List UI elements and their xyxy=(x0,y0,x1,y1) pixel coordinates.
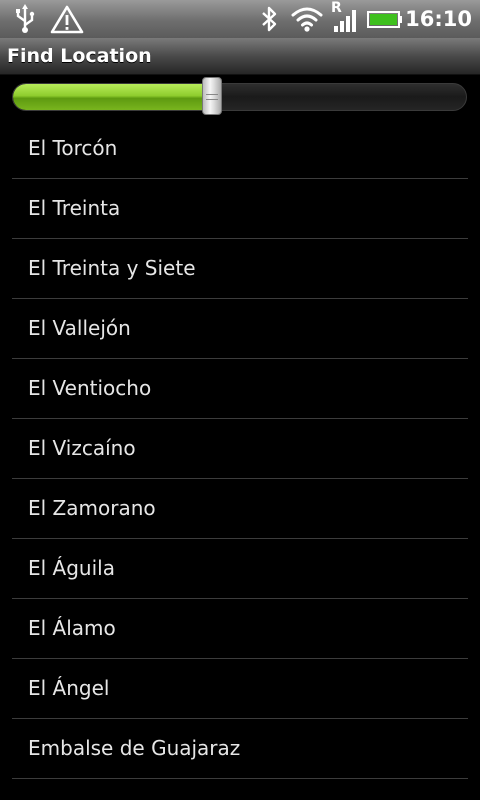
wifi-icon xyxy=(290,4,324,34)
title-bar: Find Location xyxy=(0,38,480,75)
slider-fill xyxy=(13,84,213,110)
location-list: El Torcón El Treinta El Treinta y Siete … xyxy=(12,119,468,779)
list-item-label: El Vallejón xyxy=(28,316,131,340)
page-title: Find Location xyxy=(7,45,152,67)
list-item[interactable]: El Águila xyxy=(12,539,468,599)
list-item[interactable]: El Álamo xyxy=(12,599,468,659)
battery-icon xyxy=(366,4,404,34)
list-item-label: El Treinta y Siete xyxy=(28,256,196,280)
roaming-indicator: R xyxy=(331,0,342,16)
list-item-label: El Treinta xyxy=(28,196,121,220)
status-bar: R 16:10 xyxy=(0,0,480,39)
list-item-label: El Águila xyxy=(28,556,115,580)
list-item[interactable]: El Vallejón xyxy=(12,299,468,359)
list-item[interactable]: El Treinta y Siete xyxy=(12,239,468,299)
bluetooth-icon xyxy=(258,4,280,34)
list-item[interactable]: El Torcón xyxy=(12,119,468,179)
list-item[interactable]: El Treinta xyxy=(12,179,468,239)
list-item-label: Embalse de Guajaraz xyxy=(28,736,241,760)
signal-roaming-icon: R xyxy=(330,0,360,34)
list-item[interactable]: El Ángel xyxy=(12,659,468,719)
slider-thumb[interactable] xyxy=(202,77,223,115)
list-item[interactable]: Embalse de Guajaraz xyxy=(12,719,468,779)
list-item-label: El Zamorano xyxy=(28,496,156,520)
list-item-label: El Álamo xyxy=(28,616,116,640)
usb-icon xyxy=(12,4,38,34)
list-item[interactable]: El Vizcaíno xyxy=(12,419,468,479)
status-clock: 16:10 xyxy=(405,7,472,31)
list-item-label: El Ventiocho xyxy=(28,376,152,400)
list-item-label: El Torcón xyxy=(28,136,118,160)
list-item[interactable]: El Ventiocho xyxy=(12,359,468,419)
warning-icon xyxy=(50,4,84,34)
range-slider[interactable] xyxy=(12,77,467,115)
list-item-label: El Ángel xyxy=(28,676,110,700)
list-item-label: El Vizcaíno xyxy=(28,436,136,460)
slider-track[interactable] xyxy=(12,83,467,111)
list-item[interactable]: El Zamorano xyxy=(12,479,468,539)
